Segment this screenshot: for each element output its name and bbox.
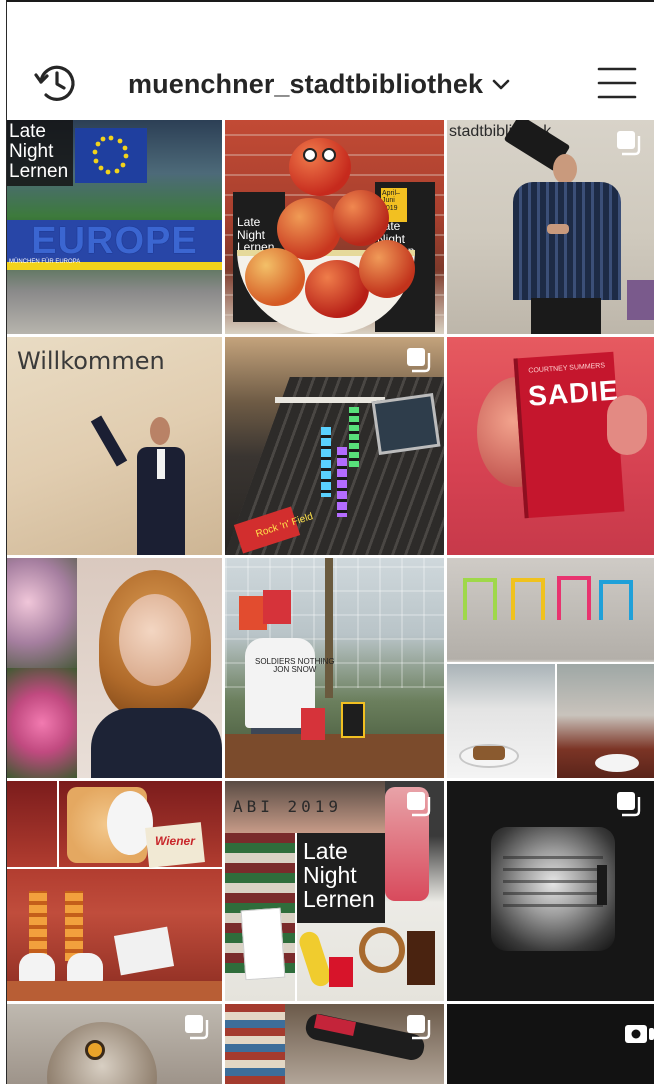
post-tile-mixing-console[interactable]: Rock 'n' Field	[225, 337, 444, 555]
multiple-photos-icon	[406, 791, 432, 817]
post-tile-sadie-book[interactable]: COURTNEY SUMMERS SADIE	[447, 337, 654, 555]
multiple-photos-icon	[406, 1014, 432, 1040]
post-tile-jon-snow-shirt[interactable]: SOLDIERS NOTHING JON SNOW	[225, 558, 444, 778]
post-tile-europe[interactable]: Late Night Lernen EUROPE MÜNCHEN FÜR EUR…	[7, 120, 222, 334]
knuckle-text: ABI 2019	[233, 797, 343, 816]
late-night-label: Late Night Lernen	[9, 121, 69, 182]
post-tile-video[interactable]	[447, 1004, 654, 1084]
post-tile-portrait-blossoms[interactable]	[7, 558, 222, 778]
shirt-text: SOLDIERS NOTHING JON SNOW	[255, 657, 335, 675]
menu-button[interactable]	[596, 65, 638, 101]
post-tile-owl[interactable]	[7, 1004, 222, 1084]
book-author: COURTNEY SUMMERS	[528, 362, 606, 375]
post-tile-unicorn-slippers[interactable]: Wiener	[7, 781, 222, 1001]
willkommen-text: Willkommen	[17, 347, 165, 375]
chevron-down-icon	[491, 77, 511, 91]
multiple-photos-icon	[406, 347, 432, 373]
multiple-photos-icon	[616, 791, 642, 817]
history-clock-icon	[34, 65, 75, 101]
video-camera-icon	[624, 1022, 654, 1048]
late-night-lernen-label: Late Night Lernen	[303, 838, 375, 913]
post-tile-library-jump[interactable]	[225, 1004, 444, 1084]
account-switcher[interactable]: muenchner_stadtbibliothek	[128, 66, 511, 102]
photo-grid: Late Night Lernen EUROPE MÜNCHEN FÜR EUR…	[7, 120, 654, 1084]
post-tile-abi-2019[interactable]: ABI 2019 Late Night Lernen	[225, 781, 444, 1001]
multiple-photos-icon	[184, 1014, 210, 1040]
wiener-label: Wiener	[155, 834, 195, 848]
multiple-photos-icon	[616, 130, 642, 156]
post-tile-library-bw[interactable]	[447, 781, 654, 1001]
post-tile-chairs[interactable]	[447, 558, 654, 778]
post-tile-apples[interactable]: Late Night Lernen April– Juni 2019 Late …	[225, 120, 444, 334]
europe-caption: MÜNCHEN FÜR EUROPA	[9, 259, 81, 265]
history-button[interactable]	[33, 60, 79, 106]
post-tile-willkommen[interactable]: Willkommen	[7, 337, 222, 555]
profile-header: muenchner_stadtbibliothek	[7, 2, 654, 120]
hamburger-menu-icon	[597, 67, 637, 99]
europe-sign: EUROPE	[7, 220, 222, 262]
post-tile-juggler[interactable]: stadtbibliothek	[447, 120, 654, 334]
screen-edge-left	[0, 0, 7, 1084]
eu-flag	[75, 128, 147, 183]
book-title: SADIE	[527, 374, 620, 412]
username: muenchner_stadtbibliothek	[128, 68, 484, 99]
europe-sign-text: EUROPE	[31, 219, 198, 262]
